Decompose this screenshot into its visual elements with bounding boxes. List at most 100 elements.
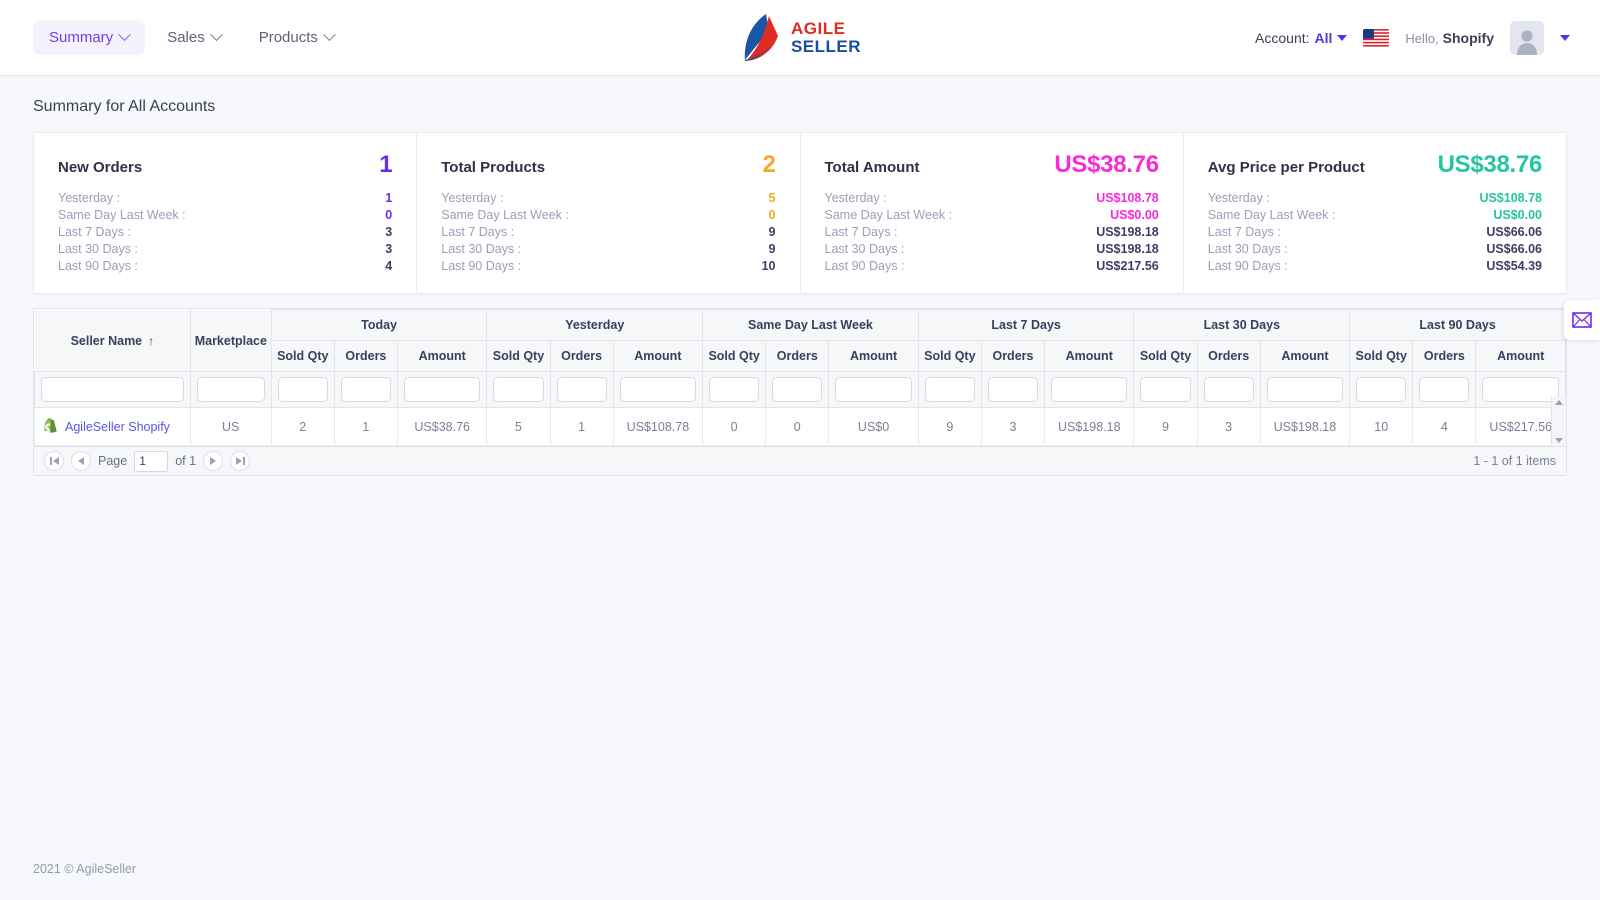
table-pager: Page of 1 1 - 1 of 1 items [34, 446, 1566, 475]
group-header-row: Seller Name ↑ Marketplace Today Yesterday… [34, 309, 1566, 372]
cell-last7-sold-qty: 9 [917, 407, 982, 446]
envelope-icon [1572, 312, 1592, 328]
filter-cell [189, 371, 272, 408]
kpi-row: Same Day Last Week : US$0.00 [1208, 208, 1542, 222]
brand-line-1: AGILE [790, 19, 846, 39]
group-header-last-30-days: Last 30 Days [1133, 309, 1351, 341]
brand-line-2: SELLER [790, 36, 862, 56]
col-header-sold-qty[interactable]: Sold Qty [486, 340, 551, 372]
brand-logo[interactable]: AGILE SELLER [739, 12, 861, 64]
col-header-orders[interactable]: Orders [980, 340, 1046, 372]
kpi-row: Same Day Last Week : 0 [58, 208, 392, 222]
col-header-orders[interactable]: Orders [1196, 340, 1261, 372]
cell-last90-sold-qty: 10 [1349, 407, 1414, 446]
col-header-marketplace[interactable]: Marketplace [190, 309, 272, 372]
last-page-button[interactable] [230, 451, 251, 471]
nav-item-products[interactable]: Products [243, 20, 350, 55]
filter-input-last7-sold-qty[interactable] [924, 377, 975, 402]
previous-page-arrow-icon [78, 457, 84, 465]
cell-last7-amount: US$198.18 [1044, 407, 1135, 446]
col-header-sold-qty[interactable]: Sold Qty [702, 340, 767, 372]
filter-input-last7-amount[interactable] [1051, 377, 1128, 402]
col-header-orders[interactable]: Orders [549, 340, 614, 372]
us-flag-icon[interactable] [1363, 28, 1390, 47]
col-header-orders[interactable]: Orders [1412, 340, 1477, 372]
col-header-sold-qty[interactable]: Sold Qty [917, 340, 982, 372]
scroll-up-icon[interactable] [1555, 400, 1563, 405]
col-header-orders[interactable]: Orders [333, 340, 398, 372]
filter-cell [917, 371, 982, 408]
feedback-tab-button[interactable] [1564, 300, 1600, 340]
avatar[interactable] [1510, 20, 1544, 55]
filter-input-today-amount[interactable] [403, 377, 481, 402]
filter-input-yesterday-sold-qty[interactable] [493, 377, 544, 402]
col-header-amount[interactable]: Amount [612, 340, 704, 372]
kpi-row-label: Last 30 Days : [824, 242, 905, 256]
table-row[interactable]: AgileSeller Shopify US 2 1 US$38.76 5 1 … [34, 407, 1566, 446]
filter-input-sdlw-orders[interactable] [772, 377, 823, 402]
filter-input-last90-amount[interactable] [1482, 377, 1559, 402]
kpi-row-value: 9 [768, 225, 776, 239]
col-header-sold-qty[interactable]: Sold Qty [1349, 340, 1414, 372]
filter-input-today-orders[interactable] [340, 377, 391, 402]
filter-cell [333, 371, 398, 408]
col-header-amount[interactable]: Amount [1259, 340, 1351, 372]
kpi-row: Last 30 Days : 3 [58, 242, 392, 256]
kpi-row-value: 1 [385, 191, 393, 205]
seller-name-link[interactable]: AgileSeller Shopify [65, 420, 170, 434]
col-header-amount[interactable]: Amount [828, 340, 919, 372]
filter-cell [1349, 371, 1414, 408]
filter-input-marketplace[interactable] [196, 377, 265, 402]
col-header-orders[interactable]: Orders [765, 340, 830, 372]
cell-sdlw-sold-qty: 0 [702, 407, 767, 446]
kpi-card-total-amount: Total Amount US$38.76 Yesterday : US$108.… [801, 133, 1184, 293]
filter-cell [1412, 371, 1477, 408]
filter-input-last30-sold-qty[interactable] [1140, 377, 1191, 402]
kpi-row: Last 7 Days : 3 [58, 225, 392, 239]
col-header-amount[interactable]: Amount [1044, 340, 1135, 372]
filter-input-seller-name[interactable] [41, 377, 184, 402]
filter-cell [486, 371, 551, 408]
filter-input-last90-orders[interactable] [1419, 377, 1470, 402]
kpi-card-value: US$38.76 [1437, 151, 1543, 178]
chevron-down-icon [118, 28, 132, 42]
col-header-sold-qty[interactable]: Sold Qty [1133, 340, 1198, 372]
page-body: Summary for All Accounts New Orders 1 Ye… [0, 76, 1600, 476]
last-page-bar-icon [242, 457, 245, 465]
nav-item-summary-label: Summary [49, 29, 114, 46]
page-number-input[interactable] [134, 450, 169, 472]
next-page-button[interactable] [203, 451, 224, 471]
filter-input-sdlw-sold-qty[interactable] [709, 377, 760, 402]
kpi-row-value: US$54.39 [1486, 259, 1542, 273]
kpi-row: Last 7 Days : 9 [441, 225, 775, 239]
filter-input-yesterday-orders[interactable] [556, 377, 607, 402]
filter-input-yesterday-amount[interactable] [619, 377, 697, 402]
account-selector[interactable]: Account: All [1255, 30, 1348, 46]
col-header-sold-qty[interactable]: Sold Qty [270, 340, 335, 372]
col-header-seller-name[interactable]: Seller Name ↑ [34, 309, 191, 372]
filter-input-last7-orders[interactable] [987, 377, 1039, 402]
kpi-card-value: US$38.76 [1054, 151, 1159, 178]
kpi-row: Yesterday : US$108.78 [1208, 191, 1542, 205]
seller-summary-grid: Seller Name ↑ Marketplace Today Yesterday… [33, 308, 1567, 476]
kpi-row-label: Same Day Last Week : [58, 208, 186, 222]
filter-input-last90-sold-qty[interactable] [1356, 377, 1407, 402]
table-vertical-scrollbar[interactable] [1551, 397, 1566, 446]
filter-input-sdlw-amount[interactable] [835, 377, 912, 402]
nav-item-summary[interactable]: Summary [33, 20, 146, 55]
page-title: Summary for All Accounts [33, 98, 216, 115]
user-greeting: Hello, Shopify [1405, 30, 1494, 46]
first-page-button[interactable] [44, 451, 64, 471]
filter-input-today-sold-qty[interactable] [277, 377, 328, 402]
filter-input-last30-orders[interactable] [1203, 377, 1254, 402]
user-menu-chevron-down-icon[interactable] [1560, 34, 1570, 41]
scroll-down-icon[interactable] [1555, 438, 1563, 443]
kpi-card-header: Total Products 2 [441, 151, 776, 179]
filter-input-last30-amount[interactable] [1266, 377, 1344, 402]
cell-yesterday-sold-qty: 5 [486, 407, 551, 446]
filter-cell [34, 371, 191, 408]
col-header-amount[interactable]: Amount [1475, 340, 1566, 372]
previous-page-button[interactable] [71, 451, 91, 471]
col-header-amount[interactable]: Amount [396, 340, 488, 372]
nav-item-sales[interactable]: Sales [151, 20, 237, 55]
